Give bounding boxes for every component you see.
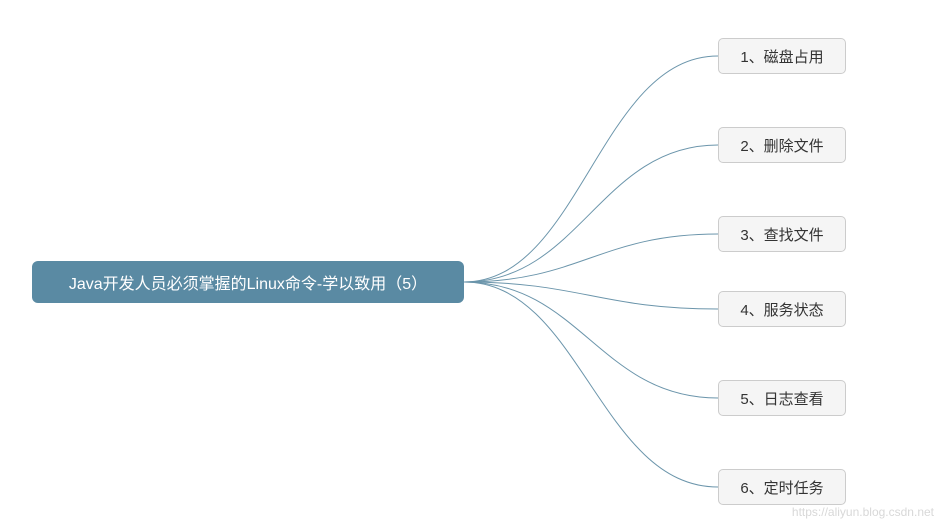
child-node-delete-file[interactable]: 2、删除文件 xyxy=(718,127,846,163)
child-node-label: 6、定时任务 xyxy=(740,477,823,498)
child-node-label: 1、磁盘占用 xyxy=(740,46,823,67)
child-node-service-status[interactable]: 4、服务状态 xyxy=(718,291,846,327)
child-node-log-view[interactable]: 5、日志查看 xyxy=(718,380,846,416)
child-node-label: 2、删除文件 xyxy=(740,135,823,156)
child-node-disk-usage[interactable]: 1、磁盘占用 xyxy=(718,38,846,74)
watermark-text: https://aliyun.blog.csdn.net xyxy=(792,505,934,519)
central-topic-node[interactable]: Java开发人员必须掌握的Linux命令-学以致用（5） xyxy=(32,261,464,303)
child-node-label: 3、查找文件 xyxy=(740,224,823,245)
child-node-label: 5、日志查看 xyxy=(740,388,823,409)
child-node-cron-task[interactable]: 6、定时任务 xyxy=(718,469,846,505)
child-node-find-file[interactable]: 3、查找文件 xyxy=(718,216,846,252)
child-node-label: 4、服务状态 xyxy=(740,299,823,320)
central-topic-label: Java开发人员必须掌握的Linux命令-学以致用（5） xyxy=(69,270,427,294)
